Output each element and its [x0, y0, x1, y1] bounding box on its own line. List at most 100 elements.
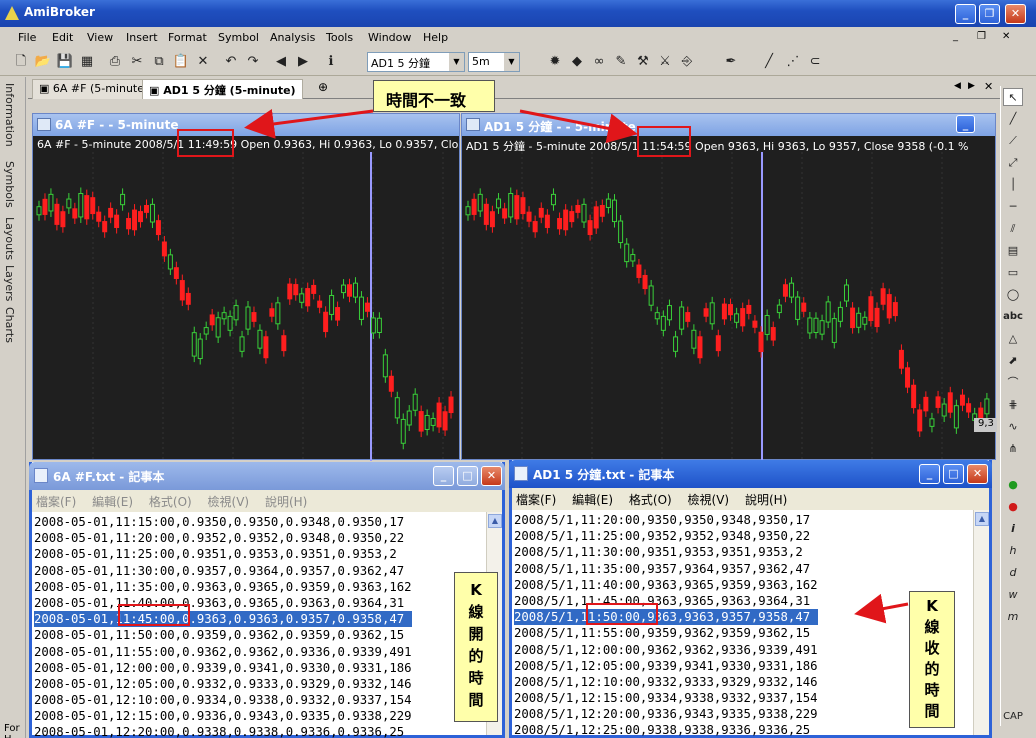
notepad-maximize-button[interactable]: □: [457, 466, 478, 486]
text-row[interactable]: 2008-05-01,11:35:00,0.9363,0.9365,0.9359…: [34, 579, 412, 595]
diamond-icon[interactable]: ◆: [568, 53, 586, 71]
text-row[interactable]: 2008/5/1,12:20:00,9336,9343,9335,9338,22…: [514, 706, 818, 722]
gann-icon[interactable]: ⋕: [1003, 396, 1023, 414]
np-menu-view[interactable]: 檢視(V): [208, 495, 250, 509]
menu-analysis[interactable]: Analysis: [270, 31, 315, 44]
menu-file[interactable]: File: [18, 31, 36, 44]
side-tab-layers[interactable]: Layers: [3, 265, 16, 301]
np-menu-view[interactable]: 檢視(V): [688, 493, 730, 507]
chevron-down-icon[interactable]: ▼: [449, 53, 464, 71]
menu-help[interactable]: Help: [423, 31, 448, 44]
text-row[interactable]: 2008/5/1,11:45:00,9363,9365,9363,9364,31: [514, 593, 818, 609]
notepad-text-6a[interactable]: 2008-05-01,11:15:00,0.9350,0.9350,0.9348…: [34, 514, 412, 738]
np-menu-help[interactable]: 說明(H): [265, 495, 307, 509]
channel-icon[interactable]: ⫽: [1003, 220, 1023, 238]
text-row[interactable]: 2008-05-01,12:20:00,0.9338,0.9338,0.9336…: [34, 724, 412, 738]
text-row[interactable]: 2008-05-01,11:15:00,0.9350,0.9350,0.9348…: [34, 514, 412, 530]
trendline-icon[interactable]: ╱: [1003, 110, 1023, 128]
menu-edit[interactable]: Edit: [52, 31, 73, 44]
back-icon[interactable]: ◀: [272, 53, 290, 71]
side-tab-information[interactable]: Information: [3, 83, 16, 147]
line-tool-icon[interactable]: ╱: [760, 53, 778, 71]
text-row[interactable]: 2008/5/1,12:25:00,9338,9338,9336,9336,25: [514, 722, 818, 738]
menu-tools[interactable]: Tools: [326, 31, 353, 44]
export-icon[interactable]: ⎆: [678, 53, 696, 71]
extended-line-icon[interactable]: ⤢: [1003, 154, 1023, 172]
text-row[interactable]: 2008/5/1,12:10:00,9332,9333,9329,9332,14…: [514, 674, 818, 690]
text-tool[interactable]: abc: [1003, 308, 1023, 326]
pick-icon[interactable]: ⚔: [656, 53, 674, 71]
tab-close-icon[interactable]: ✕: [984, 80, 993, 93]
notepad-maximize-button[interactable]: □: [943, 464, 964, 484]
vertical-scrollbar[interactable]: ▲: [973, 510, 989, 735]
paste-icon[interactable]: 📋: [172, 53, 190, 71]
ellipse-icon[interactable]: ◯: [1003, 286, 1023, 304]
text-row[interactable]: 2008/5/1,12:00:00,9362,9362,9336,9339,49…: [514, 642, 818, 658]
text-row[interactable]: 2008/5/1,11:35:00,9357,9364,9357,9362,47: [514, 561, 818, 577]
new-file-icon[interactable]: 🗋: [12, 53, 30, 71]
menu-insert[interactable]: Insert: [126, 31, 158, 44]
cut-icon[interactable]: ✂: [128, 53, 146, 71]
forward-icon[interactable]: ▶: [294, 53, 312, 71]
interval-combo[interactable]: 5m ▼: [468, 52, 520, 72]
text-row[interactable]: 2008/5/1,11:30:00,9351,9353,9351,9353,2: [514, 544, 818, 560]
tab-ad1[interactable]: ▣ AD1 5 分鐘 (5-minute): [142, 79, 303, 99]
hourly-icon[interactable]: h: [1003, 542, 1023, 560]
notes-icon[interactable]: ✎: [612, 53, 630, 71]
ray-icon[interactable]: ⟋: [1003, 132, 1023, 150]
minimize-button[interactable]: _: [955, 4, 976, 24]
chart-window-ad1[interactable]: AD1 5 分鐘 - - 5-minute _ AD1 5 分鐘 - 5-min…: [461, 113, 997, 461]
menu-symbol[interactable]: Symbol: [218, 31, 259, 44]
np-menu-edit[interactable]: 編輯(E): [92, 495, 133, 509]
daily-icon[interactable]: d: [1003, 564, 1023, 582]
chart-window-6a[interactable]: 6A #F - - 5-minute 6A #F - 5-minute 2008…: [32, 113, 460, 461]
text-row[interactable]: 2008-05-01,11:25:00,0.9351,0.9353,0.9351…: [34, 546, 412, 562]
scroll-up-icon[interactable]: ▲: [975, 512, 989, 526]
text-row[interactable]: 2008-05-01,12:10:00,0.9334,0.9338,0.9332…: [34, 692, 412, 708]
candlestick-chart-ad1[interactable]: [462, 152, 997, 461]
text-row[interactable]: 2008-05-01,12:05:00,0.9332,0.9333,0.9329…: [34, 676, 412, 692]
menu-view[interactable]: View: [87, 31, 113, 44]
notepad-minimize-button[interactable]: _: [433, 466, 454, 486]
amibroker-icon[interactable]: [5, 6, 19, 20]
vertical-line-icon[interactable]: │: [1003, 176, 1023, 194]
magnet-icon[interactable]: ⊂: [806, 53, 824, 71]
dotted-line-icon[interactable]: ⋰: [784, 53, 802, 71]
triangle-icon[interactable]: △: [1003, 330, 1023, 348]
text-row[interactable]: 2008-05-01,11:50:00,0.9359,0.9362,0.9359…: [34, 627, 412, 643]
selected-text-row[interactable]: 2008/5/1,11:50:00,9363,9363,9357,9358,47: [514, 609, 818, 626]
red-circle-icon[interactable]: ●: [1003, 498, 1023, 516]
fibonacci-icon[interactable]: ▤: [1003, 242, 1023, 260]
np-menu-file[interactable]: 檔案(F): [516, 493, 556, 507]
mdi-minimize-icon[interactable]: _: [953, 31, 967, 45]
weekly-icon[interactable]: w: [1003, 586, 1023, 604]
gear-icon[interactable]: ✹: [546, 53, 564, 71]
text-row[interactable]: 2008-05-01,11:30:00,0.9357,0.9364,0.9357…: [34, 563, 412, 579]
side-tab-layouts[interactable]: Layouts: [3, 217, 16, 260]
save-icon[interactable]: 💾: [56, 53, 74, 71]
scroll-up-icon[interactable]: ▲: [488, 514, 502, 528]
np-menu-edit[interactable]: 編輯(E): [572, 493, 613, 507]
mdi-close-icon[interactable]: ✕: [1002, 31, 1016, 45]
tab-scroll-left-icon[interactable]: ◀: [954, 81, 961, 91]
text-row[interactable]: 2008/5/1,11:25:00,9352,9352,9348,9350,22: [514, 528, 818, 544]
close-button[interactable]: ✕: [1005, 4, 1026, 24]
chevron-down-icon[interactable]: ▼: [504, 53, 519, 71]
text-row[interactable]: 2008/5/1,11:40:00,9363,9365,9359,9363,16…: [514, 577, 818, 593]
open-folder-icon[interactable]: 📂: [34, 53, 52, 71]
np-menu-format[interactable]: 格式(O): [149, 495, 192, 509]
text-row[interactable]: 2008/5/1,12:15:00,9334,9338,9332,9337,15…: [514, 690, 818, 706]
wizard-icon[interactable]: ⚒: [634, 53, 652, 71]
text-row[interactable]: 2008/5/1,12:05:00,9339,9341,9330,9331,18…: [514, 658, 818, 674]
save-all-icon[interactable]: ▦: [78, 53, 96, 71]
notepad-text-ad1[interactable]: 2008/5/1,11:20:00,9350,9350,9348,9350,17…: [514, 512, 818, 738]
selected-text-row[interactable]: 2008-05-01,11:45:00,0.9363,0.9363,0.9357…: [34, 611, 412, 628]
italic-i-icon[interactable]: i: [1003, 520, 1023, 538]
text-row[interactable]: 2008-05-01,12:00:00,0.9339,0.9341,0.9330…: [34, 660, 412, 676]
add-tab-icon[interactable]: ⊕: [318, 80, 328, 94]
glasses-icon[interactable]: ∞: [590, 53, 608, 71]
side-tab-charts[interactable]: Charts: [3, 307, 16, 343]
chart-minimize-button[interactable]: _: [956, 115, 975, 133]
text-row[interactable]: 2008/5/1,11:20:00,9350,9350,9348,9350,17: [514, 512, 818, 528]
arc-icon[interactable]: ⌒: [1003, 374, 1023, 392]
